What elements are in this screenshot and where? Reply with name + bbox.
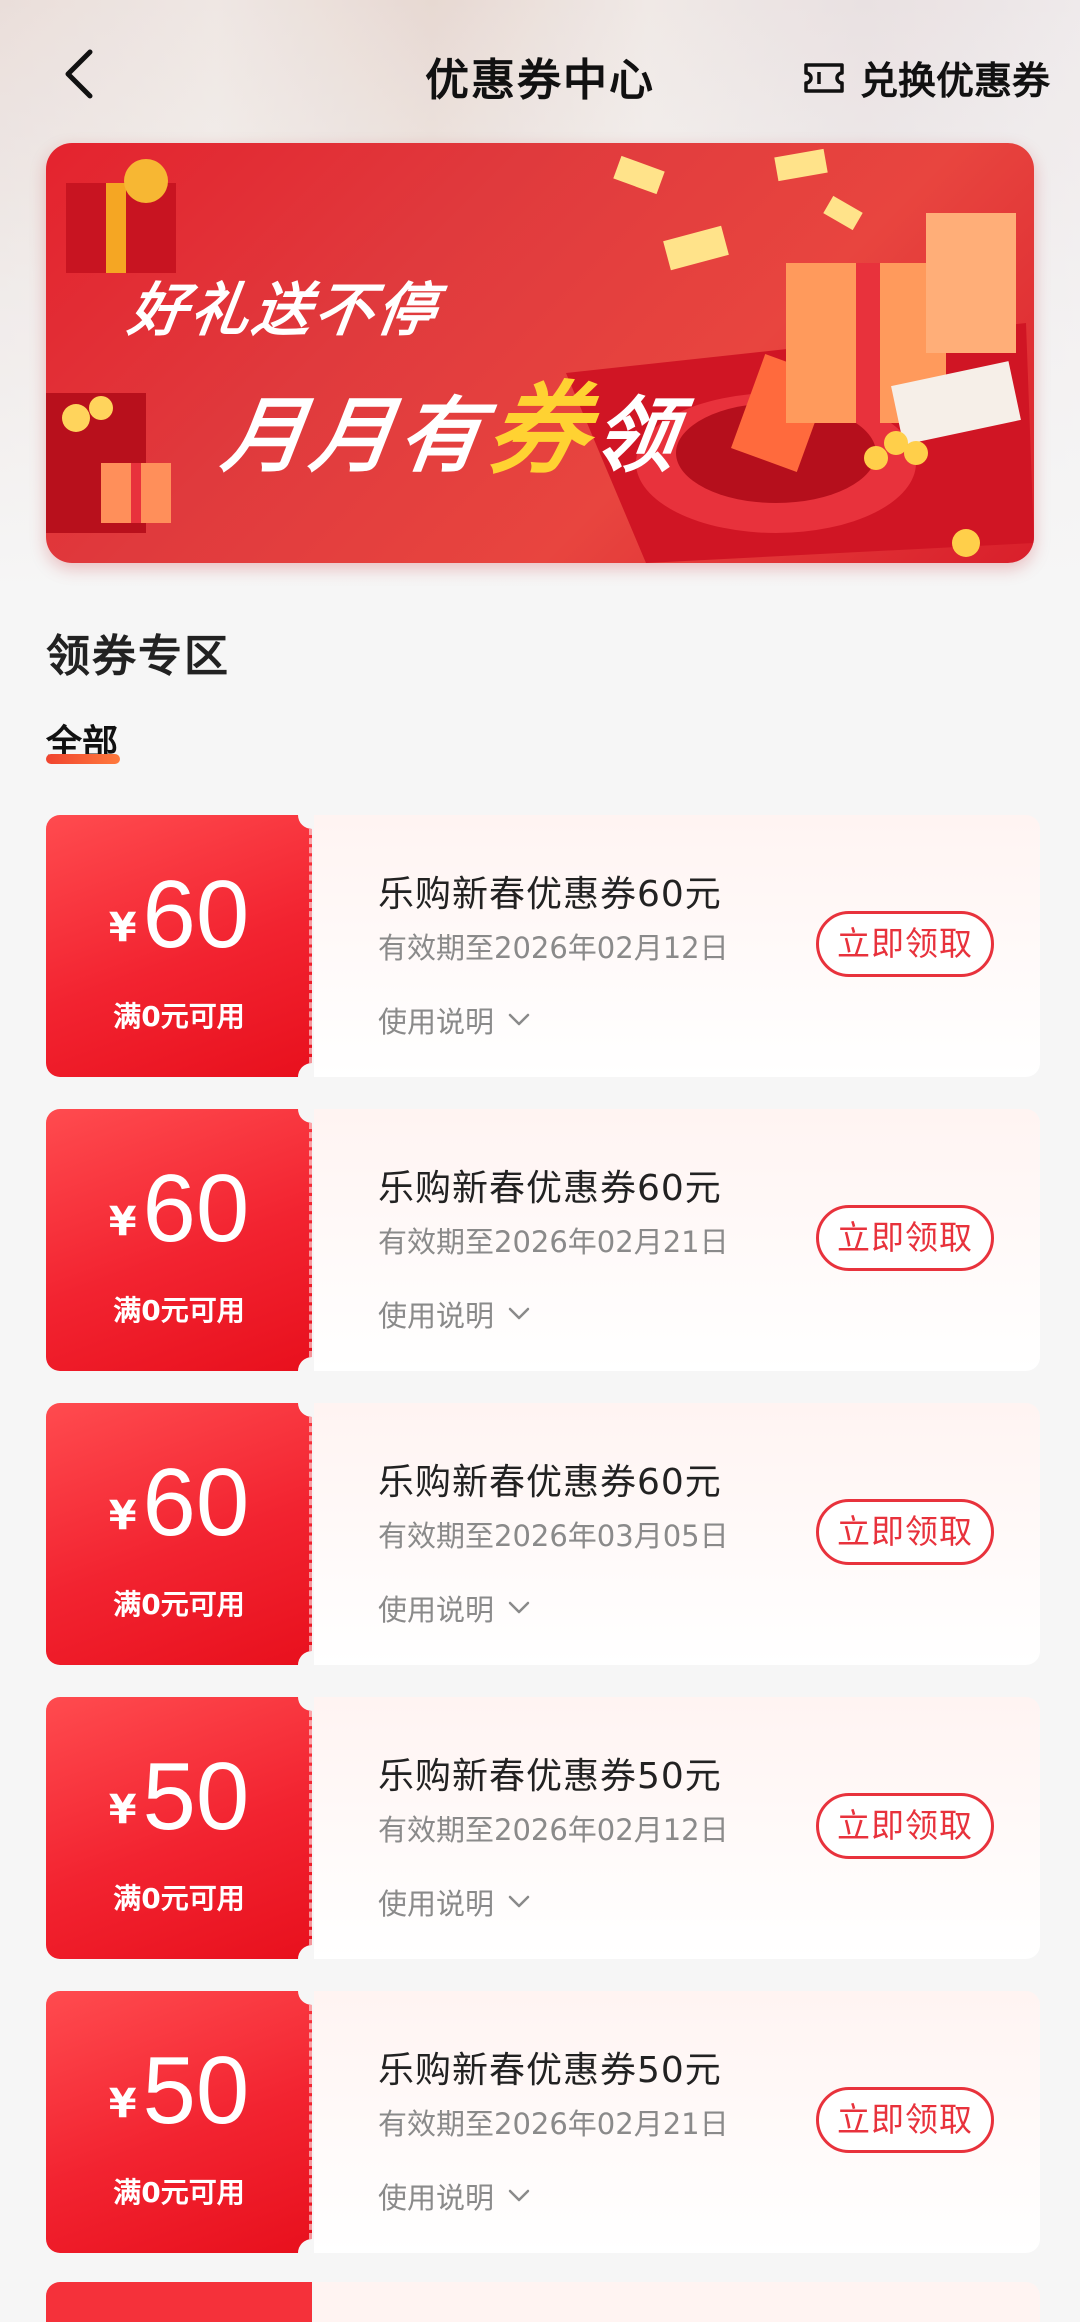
coupon-threshold: 满0元可用 bbox=[113, 1882, 245, 1915]
usage-instructions-label: 使用说明 bbox=[378, 1593, 495, 1627]
coupon-threshold: 满0元可用 bbox=[113, 1294, 245, 1327]
coupon-valid-date: 有效期至2026年02月21日 bbox=[378, 2107, 729, 2141]
coupon-info-panel: 乐购新春优惠券60元 有效期至2026年03月05日 使用说明 立即领取 bbox=[314, 1403, 1040, 1665]
coupon-info-panel bbox=[314, 2282, 1040, 2322]
usage-instructions-toggle[interactable]: 使用说明 bbox=[378, 2175, 530, 2217]
claim-now-button[interactable]: 立即领取 bbox=[816, 911, 994, 977]
coupon-valid-date: 有效期至2026年03月05日 bbox=[378, 1519, 729, 1553]
coupon-value-panel: ¥50 满0元可用 bbox=[46, 1697, 312, 1959]
coupon-card: ¥50 满0元可用 乐购新春优惠券50元 有效期至2026年02月12日 使用说… bbox=[46, 1683, 1040, 1973]
banner-headline: 好礼送不停 bbox=[124, 276, 445, 344]
claim-now-button[interactable]: 立即领取 bbox=[816, 2087, 994, 2153]
usage-instructions-label: 使用说明 bbox=[378, 1005, 495, 1039]
top-bar: 优惠券中心 兑换优惠券 bbox=[0, 0, 1080, 150]
usage-instructions-label: 使用说明 bbox=[378, 2181, 495, 2215]
coupon-amount-value: 60 bbox=[142, 1155, 250, 1262]
coupon-info-panel: 乐购新春优惠券50元 有效期至2026年02月21日 使用说明 立即领取 bbox=[314, 1991, 1040, 2253]
section-title: 领券专区 bbox=[46, 631, 230, 682]
usage-instructions-label: 使用说明 bbox=[378, 1887, 495, 1921]
coupon-card: ¥60 满0元可用 乐购新春优惠券60元 有效期至2026年02月21日 使用说… bbox=[46, 1095, 1040, 1385]
coupon-card: ¥60 满0元可用 乐购新春优惠券60元 有效期至2026年03月05日 使用说… bbox=[46, 1389, 1040, 1679]
coupon-amount: ¥60 bbox=[46, 867, 312, 963]
coupon-amount-value: 50 bbox=[142, 2037, 250, 2144]
coupon-card-partial bbox=[46, 2282, 1040, 2322]
coupon-amount-value: 50 bbox=[142, 1743, 250, 1850]
promo-banner[interactable]: 好礼送不停 月月有券领 bbox=[46, 143, 1034, 563]
coupon-valid-date: 有效期至2026年02月12日 bbox=[378, 1813, 729, 1847]
chevron-down-icon bbox=[508, 2189, 530, 2202]
claim-now-button[interactable]: 立即领取 bbox=[816, 1499, 994, 1565]
banner-subheadline-b: 领 bbox=[587, 389, 689, 484]
banner-subheadline-a: 月月有 bbox=[217, 389, 495, 484]
coupon-title: 乐购新春优惠券60元 bbox=[378, 1462, 722, 1503]
currency-symbol: ¥ bbox=[108, 905, 137, 951]
currency-symbol: ¥ bbox=[108, 1787, 137, 1833]
usage-instructions-label: 使用说明 bbox=[378, 1299, 495, 1333]
coupon-amount-value: 60 bbox=[142, 861, 250, 968]
chevron-down-icon bbox=[508, 1895, 530, 1908]
exchange-coupon-label: 兑换优惠券 bbox=[859, 59, 1050, 103]
banner-subheadline: 月月有券领 bbox=[216, 348, 694, 493]
tab-active-indicator bbox=[46, 754, 120, 764]
coupon-title: 乐购新春优惠券60元 bbox=[378, 874, 722, 915]
coupon-info-panel: 乐购新春优惠券60元 有效期至2026年02月21日 使用说明 立即领取 bbox=[314, 1109, 1040, 1371]
coupon-info-panel: 乐购新春优惠券50元 有效期至2026年02月12日 使用说明 立即领取 bbox=[314, 1697, 1040, 1959]
ticket-icon bbox=[804, 62, 844, 93]
coupon-amount: ¥60 bbox=[46, 1455, 312, 1551]
coupon-title: 乐购新春优惠券50元 bbox=[378, 2050, 722, 2091]
coupon-valid-date: 有效期至2026年02月21日 bbox=[378, 1225, 729, 1259]
coupon-title: 乐购新春优惠券60元 bbox=[378, 1168, 722, 1209]
coupon-info-panel: 乐购新春优惠券60元 有效期至2026年02月12日 使用说明 立即领取 bbox=[314, 815, 1040, 1077]
coupon-amount-value: 60 bbox=[142, 1449, 250, 1556]
usage-instructions-toggle[interactable]: 使用说明 bbox=[378, 999, 530, 1041]
coupon-threshold: 满0元可用 bbox=[113, 2176, 245, 2209]
coupon-card: ¥60 满0元可用 乐购新春优惠券60元 有效期至2026年02月12日 使用说… bbox=[46, 801, 1040, 1091]
chevron-down-icon bbox=[508, 1601, 530, 1614]
exchange-coupon-button[interactable]: 兑换优惠券 bbox=[802, 50, 1050, 105]
coupon-amount: ¥50 bbox=[46, 2043, 312, 2139]
currency-symbol: ¥ bbox=[108, 1199, 137, 1245]
coupon-value-panel: ¥60 满0元可用 bbox=[46, 1109, 312, 1371]
currency-symbol: ¥ bbox=[108, 2081, 137, 2127]
usage-instructions-toggle[interactable]: 使用说明 bbox=[378, 1587, 530, 1629]
coupon-value-panel: ¥60 满0元可用 bbox=[46, 815, 312, 1077]
usage-instructions-toggle[interactable]: 使用说明 bbox=[378, 1293, 530, 1335]
coupon-value-panel: ¥60 满0元可用 bbox=[46, 1403, 312, 1665]
coupon-value-panel bbox=[46, 2282, 312, 2322]
coupon-card: ¥50 满0元可用 乐购新春优惠券50元 有效期至2026年02月21日 使用说… bbox=[46, 1977, 1040, 2267]
coupon-threshold: 满0元可用 bbox=[113, 1588, 245, 1621]
coupon-valid-date: 有效期至2026年02月12日 bbox=[378, 931, 729, 965]
coupon-value-panel: ¥50 满0元可用 bbox=[46, 1991, 312, 2253]
coupon-title: 乐购新春优惠券50元 bbox=[378, 1756, 722, 1797]
coupon-threshold: 满0元可用 bbox=[113, 1000, 245, 1033]
claim-now-button[interactable]: 立即领取 bbox=[816, 1793, 994, 1859]
coupon-amount: ¥60 bbox=[46, 1161, 312, 1257]
usage-instructions-toggle[interactable]: 使用说明 bbox=[378, 1881, 530, 1923]
claim-now-button[interactable]: 立即领取 bbox=[816, 1205, 994, 1271]
coupon-amount: ¥50 bbox=[46, 1749, 312, 1845]
chevron-down-icon bbox=[508, 1013, 530, 1026]
currency-symbol: ¥ bbox=[108, 1493, 137, 1539]
banner-subheadline-highlight: 券 bbox=[480, 371, 603, 488]
chevron-down-icon bbox=[508, 1307, 530, 1320]
